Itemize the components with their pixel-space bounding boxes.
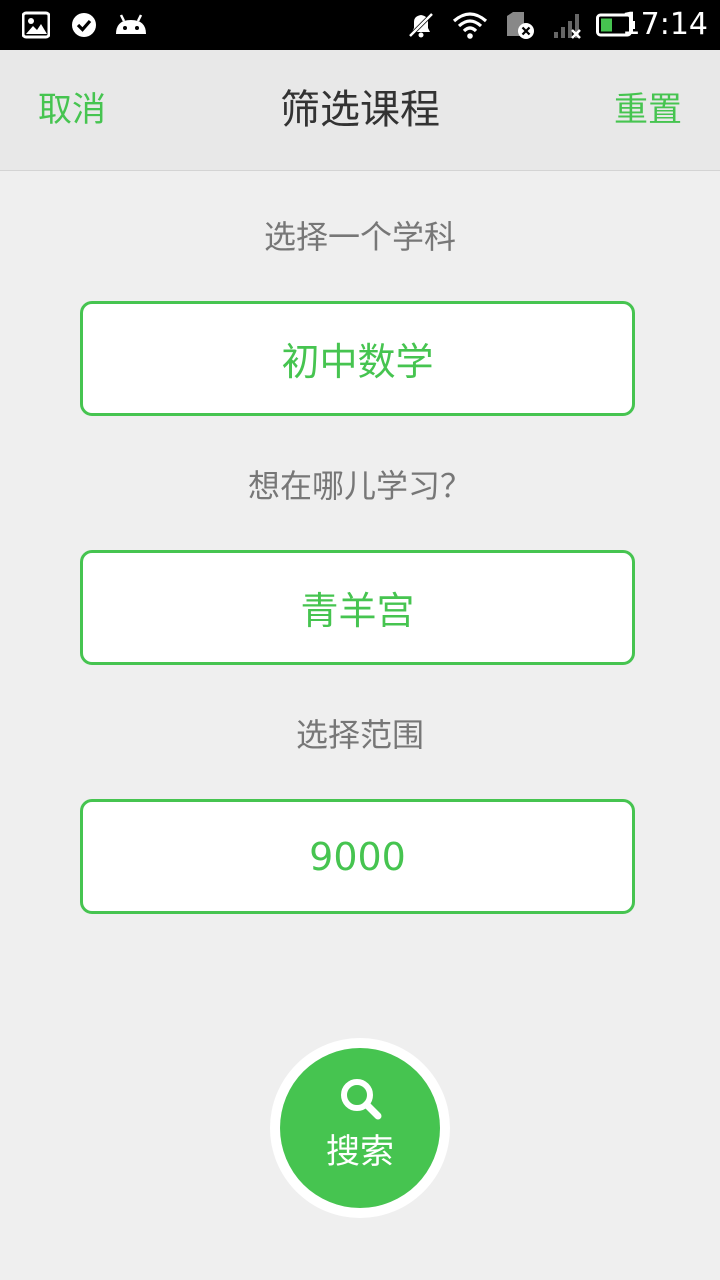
status-time: 17:14 xyxy=(621,7,708,42)
search-button-label: 搜索 xyxy=(326,1132,394,1172)
header-bar: 取消 筛选课程 重置 xyxy=(0,50,720,171)
location-select[interactable]: 青羊宫 xyxy=(80,550,635,665)
subject-value: 初中数学 xyxy=(281,340,434,384)
location-label: 想在哪儿学习？ xyxy=(247,467,472,505)
range-select[interactable]: 9000 xyxy=(80,799,635,914)
range-label: 选择范围 xyxy=(295,716,424,754)
subject-label: 选择一个学科 xyxy=(263,218,456,256)
search-button[interactable]: 搜索 xyxy=(280,1048,440,1208)
page-title: 筛选课程 xyxy=(280,87,440,133)
reset-button[interactable]: 重置 xyxy=(614,90,682,130)
mute-icon xyxy=(407,11,435,39)
signal-icon xyxy=(554,14,581,39)
check-circle-icon xyxy=(72,13,96,37)
wifi-icon xyxy=(452,12,488,39)
location-value: 青羊宫 xyxy=(300,589,415,633)
android-icon xyxy=(116,14,146,34)
sim-disabled-icon xyxy=(507,12,534,39)
search-icon xyxy=(341,1079,382,1120)
subject-select[interactable]: 初中数学 xyxy=(80,301,635,416)
image-icon xyxy=(22,11,50,39)
status-bar: 17:14 xyxy=(0,0,720,50)
range-value: 9000 xyxy=(309,834,406,879)
